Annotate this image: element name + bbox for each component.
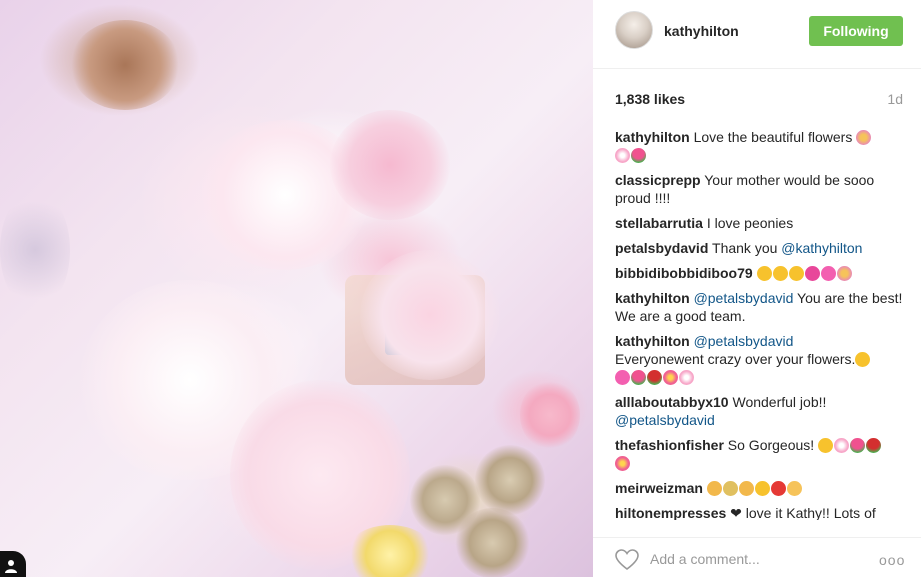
person-icon <box>5 560 17 573</box>
sparkling-heart-icon <box>615 370 630 385</box>
likes-row: 1,838 likes 1d <box>615 91 903 109</box>
heart-eyes-icon <box>754 481 770 496</box>
comment-username[interactable]: bibbidibobbidiboo79 <box>615 265 753 281</box>
comment: kathyhilton @petalsbydavid You are the b… <box>615 289 907 325</box>
comment-text: Everyonewent crazy over your flowers. <box>615 351 856 367</box>
heart-eyes-icon <box>818 438 834 453</box>
comment: hiltonempresses ❤ love it Kathy!! Lots o… <box>615 504 907 520</box>
confetti-icon <box>722 481 738 496</box>
avatar[interactable] <box>615 11 653 49</box>
tulip-icon <box>631 148 646 163</box>
comment-username[interactable]: hiltonempresses <box>615 505 726 520</box>
comment-username[interactable]: thefashionfisher <box>615 437 724 453</box>
heart-icon <box>770 481 786 496</box>
bouquet-icon <box>836 266 852 281</box>
comment: classicprepp Your mother would be sooo p… <box>615 171 907 207</box>
mention-link[interactable]: @petalsbydavid <box>694 290 794 306</box>
photo-flower-tulip <box>330 110 450 220</box>
comment-text: Love the beautiful flowers <box>693 129 853 145</box>
comment: thefashionfisher So Gorgeous! <box>615 436 907 472</box>
ok-hand-icon <box>786 481 802 496</box>
photo-pink-figure <box>520 380 580 450</box>
comment: stellabarrutia I love peonies <box>615 214 907 232</box>
post-age[interactable]: 1d <box>887 91 903 107</box>
black-heart-icon: ❤ <box>730 505 742 520</box>
party-popper-icon <box>738 481 754 496</box>
comment-text: Wonderful job!! <box>732 394 827 410</box>
kissing-face-icon <box>772 266 788 281</box>
comment-text: Thank you <box>712 240 778 256</box>
comment-username[interactable]: alllaboutabbyx10 <box>615 394 729 410</box>
mention-link[interactable]: @petalsbydavid <box>615 412 715 428</box>
comment-username[interactable]: kathyhilton <box>615 333 690 349</box>
mention-link[interactable]: @petalsbydavid <box>694 333 794 349</box>
comment: bibbidibobbidiboo79 <box>615 264 907 282</box>
comment-username[interactable]: kathyhilton <box>615 129 690 145</box>
cherry-blossom-icon <box>834 438 850 453</box>
author-username[interactable]: kathyhilton <box>664 23 739 39</box>
comment-username[interactable]: kathyhilton <box>615 290 690 306</box>
comment-username[interactable]: classicprepp <box>615 172 701 188</box>
cherry-blossom-icon <box>679 370 694 385</box>
bouquet-icon <box>856 130 872 145</box>
mention-link[interactable]: @kathyhilton <box>781 240 862 256</box>
tagged-users-button[interactable] <box>0 551 26 577</box>
tulip-icon <box>631 370 646 385</box>
sparkling-heart-icon <box>820 266 836 281</box>
photo-honey-jar <box>475 445 545 515</box>
photo-honey-jar <box>455 508 530 577</box>
photo-plate <box>0 190 70 310</box>
heart-outline-icon[interactable] <box>615 549 639 571</box>
comment-text: love it Kathy!! Lots of <box>745 505 876 520</box>
hibiscus-icon <box>663 370 678 385</box>
more-options-button[interactable]: ooo <box>879 552 905 568</box>
comment: petalsbydavid Thank you @kathyhilton <box>615 239 907 257</box>
smile-icon <box>855 352 871 367</box>
like-count[interactable]: 1,838 likes <box>615 91 685 107</box>
comment-list: kathyhilton Love the beautiful flowers c… <box>615 128 907 520</box>
comment-text: So Gorgeous! <box>727 437 815 453</box>
post-photo[interactable] <box>0 0 593 577</box>
photo-flower-pink <box>360 250 500 380</box>
hibiscus-icon <box>615 456 630 471</box>
heart-eyes-icon <box>756 266 772 281</box>
comment: kathyhilton Love the beautiful flowers <box>615 128 907 164</box>
comment: alllaboutabbyx10 Wonderful job!! @petals… <box>615 393 907 429</box>
comment: meirweizman <box>615 479 907 497</box>
party-popper-icon <box>706 481 722 496</box>
heart-icon <box>804 266 820 281</box>
add-comment-input[interactable]: Add a comment... <box>650 551 760 567</box>
kissing-face-icon <box>788 266 804 281</box>
comment-username[interactable]: meirweizman <box>615 480 703 496</box>
following-button[interactable]: Following <box>809 16 903 46</box>
comment: kathyhilton @petalsbydavid Everyonewent … <box>615 332 907 386</box>
comment-username[interactable]: petalsbydavid <box>615 240 708 256</box>
rose-icon <box>647 370 662 385</box>
post-header: kathyhilton Following <box>593 0 921 69</box>
photo-food <box>70 20 180 110</box>
rose-icon <box>866 438 882 453</box>
comment-text: I love peonies <box>706 215 794 231</box>
comment-username[interactable]: stellabarrutia <box>615 215 703 231</box>
post-sidebar: kathyhilton Following 1,838 likes 1d kat… <box>593 0 921 577</box>
photo-lemon <box>345 525 435 577</box>
tulip-icon <box>850 438 866 453</box>
cherry-blossom-icon <box>615 148 630 163</box>
comment-bar: Add a comment... ooo <box>593 537 921 578</box>
